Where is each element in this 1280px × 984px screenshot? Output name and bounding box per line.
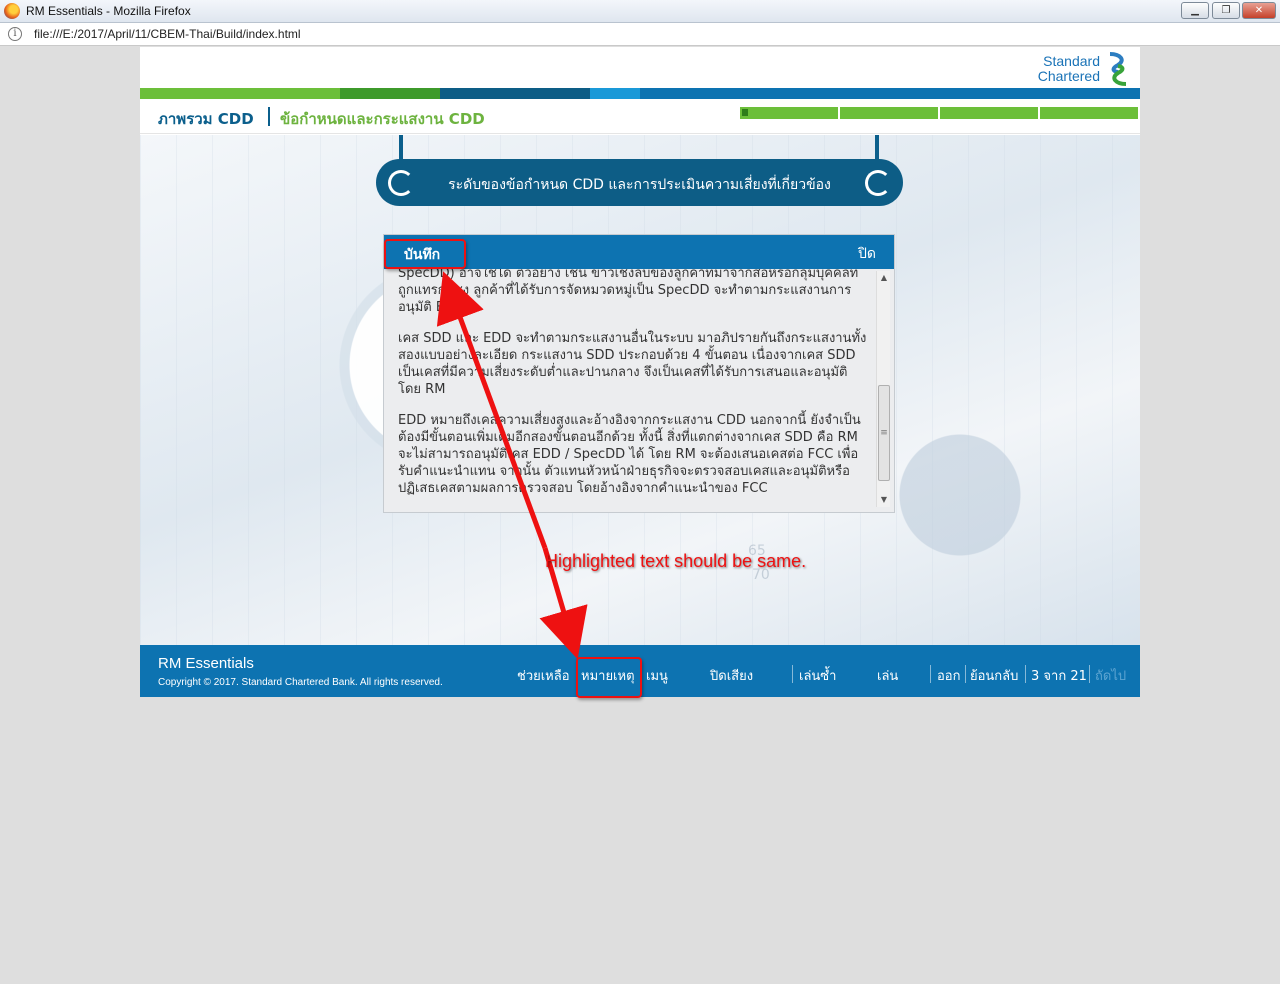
highlight-box-notes-button — [576, 657, 642, 698]
page-counter: 3 จาก 21 — [1031, 669, 1087, 684]
scroll-up-icon[interactable]: ▲ — [877, 271, 891, 285]
exit-button[interactable]: ออก — [937, 665, 961, 686]
breadcrumb-divider — [268, 107, 270, 126]
highlight-box-notes-title — [384, 239, 466, 269]
breadcrumb-topic: ข้อกำหนดและกระแสงาน CDD — [280, 110, 485, 128]
footer-divider — [1025, 665, 1026, 683]
progress-bar — [740, 107, 1138, 119]
mute-button[interactable]: ปิดเสียง — [710, 665, 753, 686]
scroll-down-icon[interactable]: ▼ — [877, 493, 891, 507]
notes-paragraph: เคส SDD และ EDD จะทำตามกระแสงานอื่นในระบ… — [398, 331, 867, 397]
notes-body[interactable]: SpecDD) อาจใช้ได้ ตัวอย่าง เช่น ข่าวเชิง… — [398, 269, 868, 507]
banner-connector — [399, 135, 403, 159]
logo-mark-icon — [1109, 52, 1127, 86]
topic-banner: ระดับของข้อกำหนด CDD และการประเมินความเส… — [376, 159, 903, 206]
breadcrumb-section: ภาพรวม CDD — [158, 110, 254, 128]
progress-segment — [1040, 107, 1138, 119]
notes-close-button[interactable]: ปิด — [858, 243, 876, 265]
menu-button[interactable]: เมนู — [646, 665, 668, 686]
minimize-button[interactable]: ▁ — [1181, 2, 1209, 19]
footer-divider — [965, 665, 966, 683]
breadcrumb: ภาพรวม CDD ข้อกำหนดและกระแสงาน CDD — [140, 99, 1140, 134]
footer-copyright: Copyright © 2017. Standard Chartered Ban… — [158, 677, 443, 688]
banner-text: ระดับของข้อกำหนด CDD และการประเมินความเส… — [448, 177, 831, 193]
restore-button[interactable]: ❐ — [1212, 2, 1240, 19]
standard-chartered-logo: Standard Chartered — [1038, 52, 1130, 86]
footer-divider — [792, 665, 793, 683]
footer-divider — [1089, 665, 1090, 683]
footer-brand: RM Essentials — [158, 655, 254, 672]
notes-scrollbar[interactable]: ▲ ≡ ▼ — [876, 271, 890, 507]
close-window-button[interactable]: ✕ — [1242, 2, 1276, 19]
progress-segment — [940, 107, 1038, 119]
notes-panel: บันทึก ปิด SpecDD) อาจใช้ได้ ตัวอย่าง เช… — [383, 234, 895, 513]
next-button[interactable]: ถัดไป — [1095, 665, 1126, 686]
footer-divider — [930, 665, 931, 683]
course-player: Standard Chartered ภาพรวม CDD ข้อกำหนดและ… — [140, 47, 1140, 697]
brand-color-bar — [140, 88, 1140, 99]
scrollbar-thumb[interactable]: ≡ — [878, 385, 890, 481]
help-button[interactable]: ช่วยเหลือ — [517, 665, 570, 686]
window-title: RM Essentials - Mozilla Firefox — [26, 4, 191, 18]
loading-ring-icon — [865, 170, 891, 196]
progress-segment — [740, 107, 838, 119]
play-button[interactable]: เล่น — [877, 665, 898, 686]
course-header: Standard Chartered — [140, 47, 1140, 88]
annotation-text: Highlighted text should be same. — [545, 551, 807, 571]
notes-paragraph: EDD หมายถึงเคสความเสี่ยงสูงและอ้างอิงจาก… — [398, 413, 861, 496]
url-text[interactable]: file:///E:/2017/April/11/CBEM-Thai/Build… — [34, 27, 301, 41]
info-icon[interactable]: i — [8, 27, 22, 41]
notes-paragraph: SpecDD) อาจใช้ได้ ตัวอย่าง เช่น ข่าวเชิง… — [398, 269, 859, 315]
back-button[interactable]: ย้อนกลับ — [970, 665, 1018, 686]
replay-button[interactable]: เล่นซ้ำ — [799, 665, 836, 686]
window-titlebar: RM Essentials - Mozilla Firefox ▁ ❐ ✕ — [0, 0, 1280, 23]
banner-connector — [875, 135, 879, 159]
address-bar[interactable]: i file:///E:/2017/April/11/CBEM-Thai/Bui… — [0, 23, 1280, 46]
progress-segment — [840, 107, 938, 119]
firefox-icon — [4, 3, 20, 19]
